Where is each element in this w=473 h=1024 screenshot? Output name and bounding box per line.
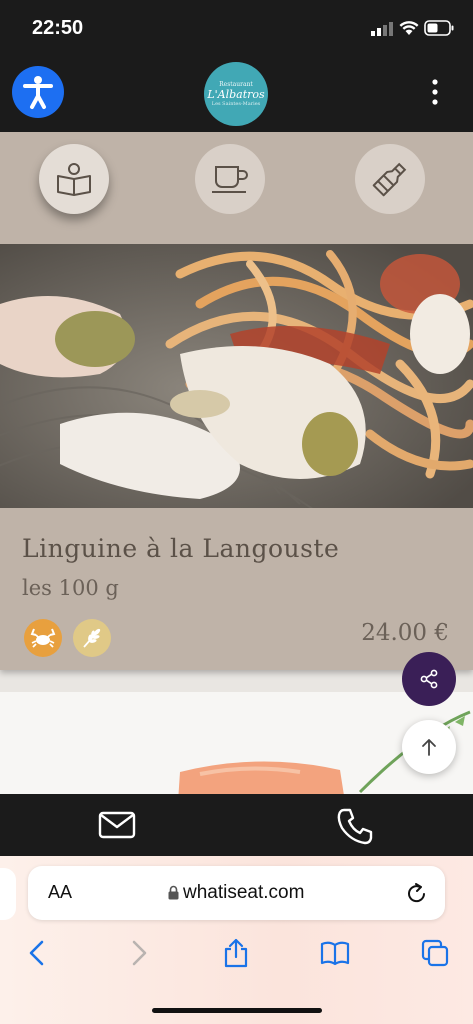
coffee-cup-icon [212,166,248,193]
logo-line3: Les Saintes-Maries [211,101,261,107]
bookmarks-icon[interactable] [320,938,350,968]
crab-icon [30,628,56,648]
phone-icon[interactable] [335,806,375,846]
back-icon[interactable] [22,938,52,968]
status-time: 22:50 [32,17,84,39]
status-bar: 22:50 [0,0,473,56]
restaurant-logo[interactable]: Restaurant L'Albatros Les Saintes-Maries [204,62,268,126]
contact-bar [0,794,473,856]
allergen-crustacean[interactable] [24,619,62,657]
scroll-to-top-button[interactable] [402,720,456,774]
dish-price: 24.00 € [361,620,449,646]
arrow-up-icon [422,739,436,756]
reader-aa-button[interactable]: AA [48,882,72,903]
bottle-icon [372,162,407,197]
wifi-icon [399,21,419,35]
url-host: whatiseat.com [183,882,305,903]
menu-content[interactable]: Linguine à la Langouste les 100 g 24.00 … [0,244,473,794]
accessibility-icon [23,76,53,109]
lock-icon [168,885,179,900]
allergen-gluten[interactable] [73,619,111,657]
cellular-signal-icon [371,22,393,36]
email-icon[interactable] [98,810,136,840]
category-drinks-button[interactable] [195,144,265,214]
logo-line2: L'Albatros [207,88,265,101]
browser-toolbar: AA whatiseat.com [0,856,473,1024]
address-bar[interactable]: AA whatiseat.com [28,866,445,920]
wheat-icon [83,628,101,648]
share-sheet-icon[interactable] [221,938,251,968]
share-nodes-icon [420,669,438,689]
accessibility-button[interactable] [12,66,64,118]
dish-title: Linguine à la Langouste [22,534,340,563]
dish-photo [0,244,473,508]
tabs-icon[interactable] [420,938,450,968]
battery-icon [424,20,454,36]
logo-line1: Restaurant [219,81,253,88]
reload-icon[interactable] [406,881,428,905]
dish-card[interactable]: Linguine à la Langouste les 100 g 24.00 … [0,244,473,670]
open-book-icon [57,163,91,196]
more-menu-icon[interactable] [425,78,445,106]
category-bar [0,132,473,244]
share-button[interactable] [402,652,456,706]
category-menu-button[interactable] [39,144,109,214]
home-indicator [152,1008,322,1013]
category-wine-button[interactable] [355,144,425,214]
dish-portion: les 100 g [22,576,119,600]
previous-tab-preview[interactable] [0,868,16,920]
app-header: Restaurant L'Albatros Les Saintes-Maries [0,56,473,132]
forward-icon[interactable] [124,938,154,968]
